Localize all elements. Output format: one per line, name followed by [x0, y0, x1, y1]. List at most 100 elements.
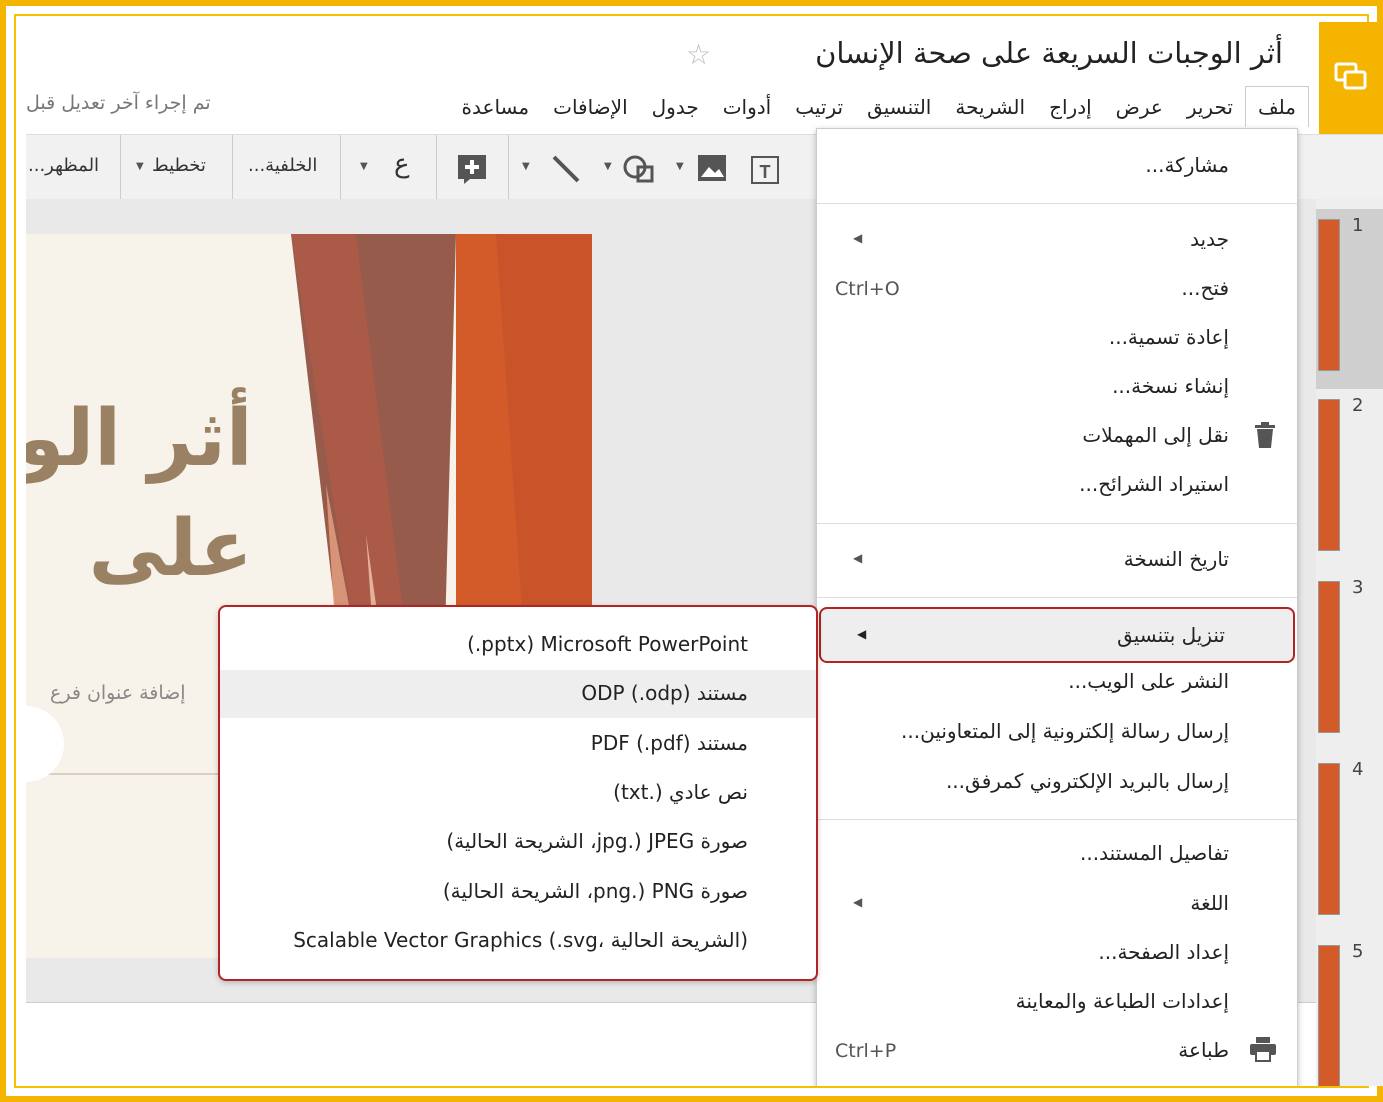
download-jpg[interactable]: صورة JPEG (.jpg، الشريحة الحالية): [220, 818, 816, 866]
menu-item-label: نقل إلى المهملات: [1082, 423, 1229, 447]
shortcut-label: Ctrl+O: [835, 278, 900, 300]
thumbnail-number: 3: [1352, 577, 1364, 598]
thumbnail-number: 1: [1352, 215, 1364, 236]
text-box-icon[interactable]: T: [748, 153, 782, 187]
menu-item-label: إعادة تسمية...: [1108, 325, 1229, 349]
trash-icon: [1255, 422, 1275, 448]
menu-slide[interactable]: الشريحة: [943, 90, 1037, 124]
toolbar-divider: [436, 135, 437, 199]
menu-item-make-copy[interactable]: إنشاء نسخة...: [817, 364, 1297, 412]
menu-item-email-attachment[interactable]: إرسال بالبريد الإلكتروني كمرفق...: [817, 759, 1297, 807]
menu-item-label: تنزيل بتنسيق: [1117, 623, 1225, 647]
menu-item-rename[interactable]: إعادة تسمية...: [817, 315, 1297, 363]
menu-item-label: طباعة: [1178, 1038, 1229, 1062]
menu-item-import-slides[interactable]: استيراد الشرائح...: [817, 462, 1297, 510]
svg-text:T: T: [760, 162, 771, 182]
toolbar-divider: [340, 135, 341, 199]
shape-icon[interactable]: [622, 153, 656, 185]
menu-item-label: فتح...: [1181, 276, 1229, 300]
submenu-item-label: مستند PDF (.pdf): [590, 731, 748, 755]
shortcut-label: Ctrl+P: [835, 1040, 897, 1062]
toolbar-divider: [120, 135, 121, 199]
menu-item-open[interactable]: فتح... Ctrl+O: [817, 266, 1297, 314]
thumbnail-number: 5: [1352, 941, 1364, 962]
download-txt[interactable]: نص عادي (.txt): [220, 769, 816, 817]
download-svg[interactable]: Scalable Vector Graphics (.svg، الشريحة …: [220, 917, 816, 965]
submenu-item-label: مستند ODP (.odp): [581, 681, 748, 705]
menu-file[interactable]: ملف: [1244, 86, 1309, 127]
menu-item-download-as[interactable]: تنزيل بتنسيق ◀: [819, 607, 1295, 663]
menu-item-label: تفاصيل المستند...: [1080, 841, 1229, 865]
layout-caret-icon[interactable]: ▼: [136, 161, 144, 172]
menu-item-publish-web[interactable]: النشر على الويب...: [817, 659, 1297, 707]
star-icon[interactable]: ☆: [686, 38, 711, 71]
submenu-item-label: صورة PNG (.png، الشريحة الحالية): [442, 879, 748, 903]
menu-item-label: مشاركة...: [1145, 153, 1229, 177]
menu-item-label: استيراد الشرائح...: [1079, 472, 1229, 496]
menu-item-language[interactable]: اللغة ◀: [817, 881, 1297, 929]
thumbnail-number: 2: [1352, 395, 1364, 416]
submenu-item-label: نص عادي (.txt): [613, 780, 748, 804]
slide-title[interactable]: أثر الو على: [26, 384, 253, 604]
menu-item-new[interactable]: جديد ◀: [817, 217, 1297, 265]
slide-subtitle[interactable]: إضافة عنوان فرع: [50, 682, 186, 704]
submenu-arrow-icon: ◀: [853, 231, 863, 245]
background-button[interactable]: الخلفية...: [248, 155, 317, 176]
menu-addons[interactable]: الإضافات: [541, 90, 640, 124]
submenu-arrow-icon: ◀: [853, 895, 863, 909]
menu-arrange[interactable]: ترتيب: [783, 90, 855, 124]
menu-help[interactable]: مساعدة: [450, 90, 542, 124]
slide-title-line2: على: [88, 504, 253, 594]
document-title[interactable]: أثر الوجبات السريعة على صحة الإنسان: [815, 36, 1283, 70]
menu-item-label: إرسال رسالة إلكترونية إلى المتعاونين...: [901, 719, 1229, 743]
menu-item-doc-details[interactable]: تفاصيل المستند...: [817, 831, 1297, 879]
menu-divider: [817, 523, 1297, 524]
menu-edit[interactable]: تحرير: [1175, 90, 1245, 124]
thumbnail-3[interactable]: [1318, 581, 1340, 733]
menu-view[interactable]: عرض: [1104, 90, 1175, 124]
download-as-submenu: (.pptx) Microsoft PowerPoint مستند ODP (…: [218, 605, 818, 981]
layout-button[interactable]: تخطيط: [152, 155, 206, 176]
menu-item-label: جديد: [1190, 227, 1229, 251]
line-caret-icon[interactable]: ▼: [522, 161, 530, 172]
thumbnail-number: 4: [1352, 759, 1364, 780]
submenu-arrow-icon: ◀: [853, 551, 863, 565]
menu-item-print-settings[interactable]: إعدادات الطباعة والمعاينة: [817, 979, 1297, 1027]
menu-divider: [817, 597, 1297, 598]
thumbnail-5[interactable]: [1318, 945, 1340, 1086]
menu-item-label: إنشاء نسخة...: [1112, 374, 1229, 398]
text-direction-button[interactable]: ع: [394, 149, 410, 179]
menu-format[interactable]: التنسيق: [855, 90, 943, 124]
menu-item-print[interactable]: طباعة Ctrl+P: [817, 1028, 1297, 1076]
download-pdf[interactable]: مستند PDF (.pdf): [220, 720, 816, 768]
download-png[interactable]: صورة PNG (.png، الشريحة الحالية): [220, 868, 816, 916]
download-pptx[interactable]: (.pptx) Microsoft PowerPoint: [220, 621, 816, 669]
menu-item-move-to-trash[interactable]: نقل إلى المهملات: [817, 413, 1297, 461]
text-caret-icon[interactable]: ▼: [360, 161, 368, 172]
new-comment-icon[interactable]: [456, 153, 488, 185]
thumbnail-4[interactable]: [1318, 763, 1340, 915]
menu-item-email-collaborators[interactable]: إرسال رسالة إلكترونية إلى المتعاونين...: [817, 709, 1297, 757]
menu-item-share[interactable]: مشاركة...: [817, 143, 1297, 191]
theme-button[interactable]: المظهر...: [28, 155, 99, 176]
last-edit-link[interactable]: تم إجراء آخر تعديل قبل: [26, 92, 211, 114]
image-icon[interactable]: [696, 153, 728, 183]
menu-item-page-setup[interactable]: إعداد الصفحة...: [817, 930, 1297, 978]
thumbnail-1[interactable]: [1318, 219, 1340, 371]
image-caret-icon[interactable]: ▼: [676, 161, 684, 172]
thumbnail-2[interactable]: [1318, 399, 1340, 551]
menu-tools[interactable]: أدوات: [711, 90, 784, 124]
menu-divider: [817, 203, 1297, 204]
shape-caret-icon[interactable]: ▼: [604, 161, 612, 172]
slides-app: أثر الوجبات السريعة على صحة الإنسان ☆ مل…: [26, 22, 1383, 1086]
file-menu-dropdown: مشاركة... جديد ◀ فتح... Ctrl+O إعادة تسم…: [816, 128, 1298, 1086]
menu-table[interactable]: جدول: [640, 90, 711, 124]
menu-divider: [817, 819, 1297, 820]
slide-thumbnails: 1 2 3 4 5: [1316, 199, 1383, 1086]
menu-item-label: إرسال بالبريد الإلكتروني كمرفق...: [945, 769, 1229, 793]
line-icon[interactable]: [550, 153, 582, 185]
slides-logo[interactable]: [1319, 22, 1383, 134]
menu-insert[interactable]: إدراج: [1037, 90, 1104, 124]
menu-item-version-history[interactable]: تاريخ النسخة ◀: [817, 537, 1297, 585]
download-odp[interactable]: مستند ODP (.odp): [220, 670, 816, 718]
